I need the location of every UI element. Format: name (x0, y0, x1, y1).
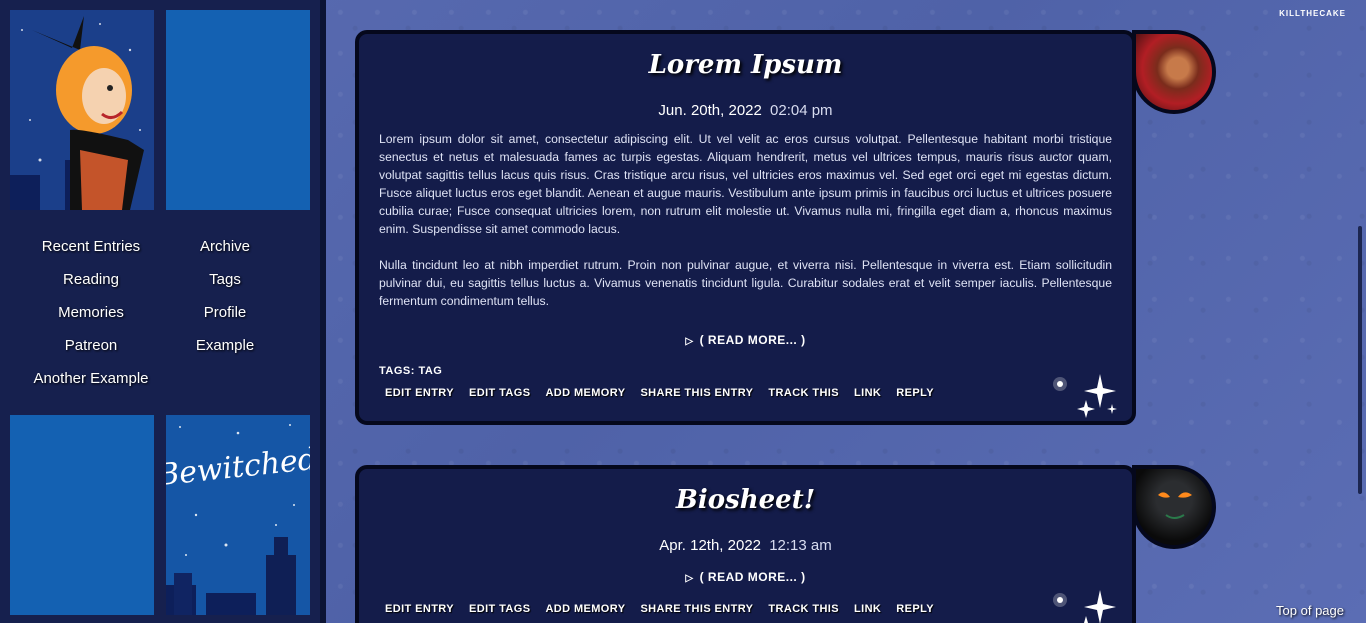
edit-tags-link[interactable]: EDIT TAGS (469, 387, 530, 399)
entry-time: 02:04 pm (770, 102, 833, 119)
top-of-page-link[interactable]: Top of page (1276, 603, 1344, 618)
entry-tags-text[interactable]: TAGS: TAG (379, 365, 442, 377)
entry: Biosheet! Apr. 12th, 2022 12:13 am ▷ ( RE… (355, 465, 1136, 623)
entry-date-text: Jun. 20th, 2022 (658, 102, 762, 119)
read-more-label: ( READ MORE... ) (699, 333, 806, 347)
triangle-right-icon: ▷ (685, 573, 694, 584)
nav-another-example[interactable]: Another Example (33, 370, 148, 387)
nav-patreon[interactable]: Patreon (65, 337, 118, 354)
entry-actions: EDIT ENTRY EDIT TAGS ADD MEMORY SHARE TH… (385, 603, 949, 615)
track-this-link[interactable]: TRACK THIS (768, 387, 839, 399)
entry-tags: TAGS: TAG (379, 365, 442, 377)
entry-title[interactable]: Lorem Ipsum (359, 50, 1132, 80)
nav-reading[interactable]: Reading (63, 271, 119, 288)
scrollbar[interactable] (1354, 0, 1366, 623)
entry-time: 12:13 am (769, 537, 832, 554)
witch-illustration (10, 10, 154, 210)
nav-archive[interactable]: Archive (200, 238, 250, 255)
sidebar: Recent Entries Archive Reading Tags Memo… (0, 0, 320, 623)
sparkles-icon (1053, 590, 1116, 623)
link-link[interactable]: LINK (854, 387, 881, 399)
blue-tile (166, 10, 310, 210)
track-this-link[interactable]: TRACK THIS (768, 603, 839, 615)
nav-memories[interactable]: Memories (58, 304, 124, 321)
share-entry-link[interactable]: SHARE THIS ENTRY (640, 387, 753, 399)
userpic-avatar[interactable] (1132, 30, 1216, 114)
entry-paragraph: Lorem ipsum dolor sit amet, consectetur … (379, 132, 1112, 236)
entry-date: Apr. 12th, 2022 12:13 am (359, 537, 1132, 554)
nav-profile[interactable]: Profile (204, 304, 247, 321)
triangle-right-icon: ▷ (685, 336, 694, 347)
entry-paragraph: Nulla tincidunt leo at nibh imperdiet ru… (379, 258, 1112, 308)
edit-entry-link[interactable]: EDIT ENTRY (385, 387, 454, 399)
link-link[interactable]: LINK (854, 603, 881, 615)
entry: Lorem Ipsum Jun. 20th, 2022 02:04 pm Lor… (355, 30, 1136, 425)
read-more-label: ( READ MORE... ) (699, 570, 806, 584)
scrollbar-thumb[interactable] (1358, 226, 1362, 494)
entry-body: Lorem ipsum dolor sit amet, consectetur … (379, 130, 1112, 310)
site-credit[interactable]: KILLTHECAKE (1279, 9, 1346, 18)
edit-tags-link[interactable]: EDIT TAGS (469, 603, 530, 615)
edit-entry-link[interactable]: EDIT ENTRY (385, 603, 454, 615)
reply-link[interactable]: REPLY (896, 603, 934, 615)
read-more-link[interactable]: ▷ ( READ MORE... ) (359, 333, 1132, 347)
entry-date: Jun. 20th, 2022 02:04 pm (359, 102, 1132, 119)
sparkles-icon (1053, 374, 1117, 418)
userpic-avatar[interactable] (1132, 465, 1216, 549)
nav-example[interactable]: Example (196, 337, 254, 354)
bewitched-logo: Bewitched (166, 415, 310, 615)
read-more-link[interactable]: ▷ ( READ MORE... ) (359, 570, 1132, 584)
entry-actions: EDIT ENTRY EDIT TAGS ADD MEMORY SHARE TH… (385, 387, 949, 399)
entry-date-text: Apr. 12th, 2022 (659, 537, 762, 554)
blue-tile (10, 415, 154, 615)
nav-recent-entries[interactable]: Recent Entries (42, 238, 140, 255)
entry-title[interactable]: Biosheet! (359, 485, 1132, 515)
reply-link[interactable]: REPLY (896, 387, 934, 399)
share-entry-link[interactable]: SHARE THIS ENTRY (640, 603, 753, 615)
add-memory-link[interactable]: ADD MEMORY (545, 387, 625, 399)
nav-tags[interactable]: Tags (209, 271, 241, 288)
sidebar-border (320, 0, 326, 623)
add-memory-link[interactable]: ADD MEMORY (545, 603, 625, 615)
